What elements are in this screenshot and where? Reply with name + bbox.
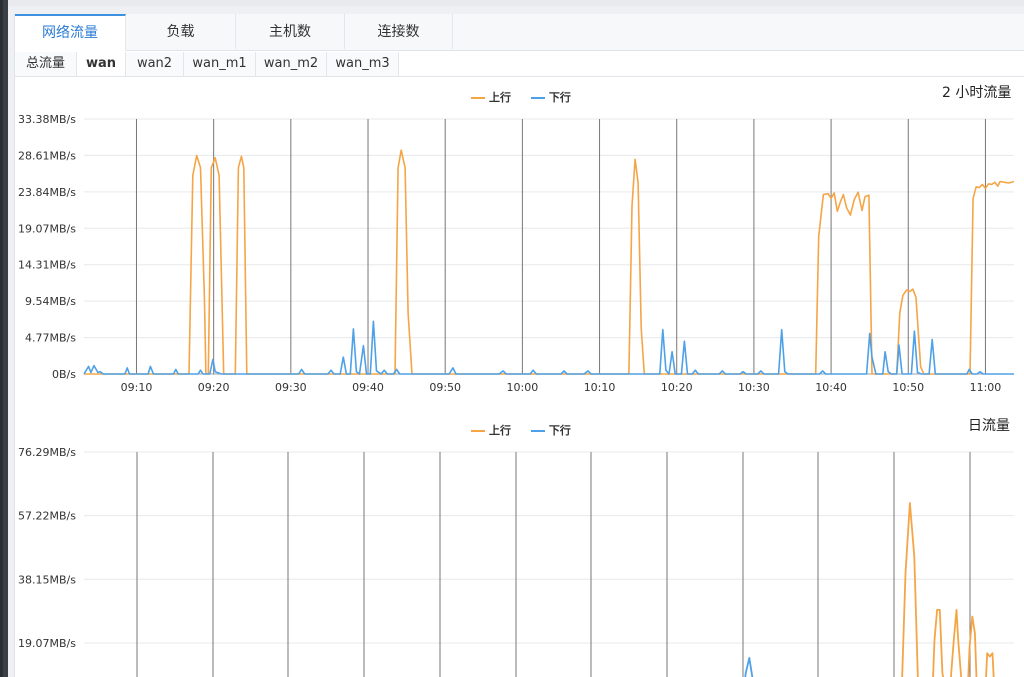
- tab-connection-count[interactable]: 连接数: [345, 14, 453, 49]
- subtab-wan[interactable]: wan: [77, 52, 126, 76]
- subtab-wan-m2[interactable]: wan_m2: [256, 52, 327, 76]
- chart1-y-tick-label: 4.77MB/s: [25, 332, 76, 345]
- legend-up-swatch: [471, 97, 485, 99]
- chart1-y-tick-label: 0B/s: [52, 368, 76, 381]
- chart1-x-tick-label: 09:20: [198, 381, 230, 394]
- interface-subtabs: 总流量 wan wan2 wan_m1 wan_m2 wan_m3: [15, 52, 1024, 77]
- chart1-y-tick-label: 14.31MB/s: [18, 259, 76, 272]
- chart1-upload-line: [84, 149, 1015, 375]
- tab-load[interactable]: 负载: [126, 14, 236, 49]
- legend-up-swatch: [471, 430, 485, 432]
- subtab-wan-m1[interactable]: wan_m1: [184, 52, 256, 76]
- legend-up-label: 上行: [489, 424, 511, 437]
- chart1-y-tick-label: 19.07MB/s: [18, 222, 76, 235]
- chart1-x-tick-label: 10:10: [584, 381, 616, 394]
- chart2-upload-line: [901, 502, 995, 677]
- chart1-y-tick-label: 33.38MB/s: [18, 113, 76, 126]
- chart2-y-tick-label: 38.15MB/s: [18, 573, 76, 586]
- tab-network-traffic[interactable]: 网络流量: [15, 14, 126, 51]
- chart2-y-tick-label: 57.22MB/s: [18, 510, 76, 523]
- daily-traffic-chart: 19.07MB/s 38.15MB/s 57.22MB/s 76.29MB/s: [18, 446, 1014, 677]
- chart2-legend: 上行 下行: [471, 422, 587, 438]
- chart1-x-tick-label: 10:00: [507, 381, 539, 394]
- chart1-y-tick-label: 28.61MB/s: [18, 149, 76, 162]
- chart1-x-tick-label: 09:50: [429, 381, 461, 394]
- subtab-total[interactable]: 总流量: [15, 52, 77, 76]
- chart2-download-line: [744, 657, 754, 677]
- tab-bar: 网络流量 负载 主机数 连接数: [15, 14, 1024, 51]
- left-window-edge-dark: [0, 0, 3, 677]
- chart1-y-tick-label: 9.54MB/s: [25, 295, 76, 308]
- subtab-wan-m3[interactable]: wan_m3: [327, 52, 399, 76]
- chart1-x-tick-label: 11:00: [970, 381, 1002, 394]
- chart2-legend-down[interactable]: 下行: [530, 424, 571, 437]
- chart1-title: 2 小时流量: [942, 85, 1012, 101]
- left-window-edge: [0, 0, 8, 677]
- chart1-x-tick-label: 10:30: [738, 381, 770, 394]
- chart1-x-tick-label: 09:10: [121, 381, 153, 394]
- chart2-y-tick-label: 76.29MB/s: [18, 446, 76, 459]
- legend-down-swatch: [530, 430, 545, 432]
- chart1-x-tick-label: 10:40: [815, 381, 847, 394]
- chart1-x-tick-label: 09:30: [275, 381, 307, 394]
- chart1-x-tick-label: 09:40: [352, 381, 384, 394]
- subtab-wan2[interactable]: wan2: [126, 52, 184, 76]
- chart2-y-tick-label: 19.07MB/s: [18, 637, 76, 650]
- chart2-legend-up[interactable]: 上行: [471, 424, 511, 437]
- top-bar: [8, 0, 1024, 6]
- tab-host-count[interactable]: 主机数: [236, 14, 345, 49]
- chart1-y-tick-label: 23.84MB/s: [18, 186, 76, 199]
- two-hour-traffic-chart: 0B/s 4.77MB/s 9.54MB/s 14.31MB/s 19.07MB/s 23…: [18, 113, 1015, 394]
- chart2-title: 日流量: [968, 418, 1010, 434]
- legend-down-label: 下行: [548, 424, 571, 437]
- legend-down-swatch: [530, 97, 545, 99]
- chart1-x-tick-label: 10:20: [661, 381, 693, 394]
- chart1-x-tick-label: 10:50: [892, 381, 924, 394]
